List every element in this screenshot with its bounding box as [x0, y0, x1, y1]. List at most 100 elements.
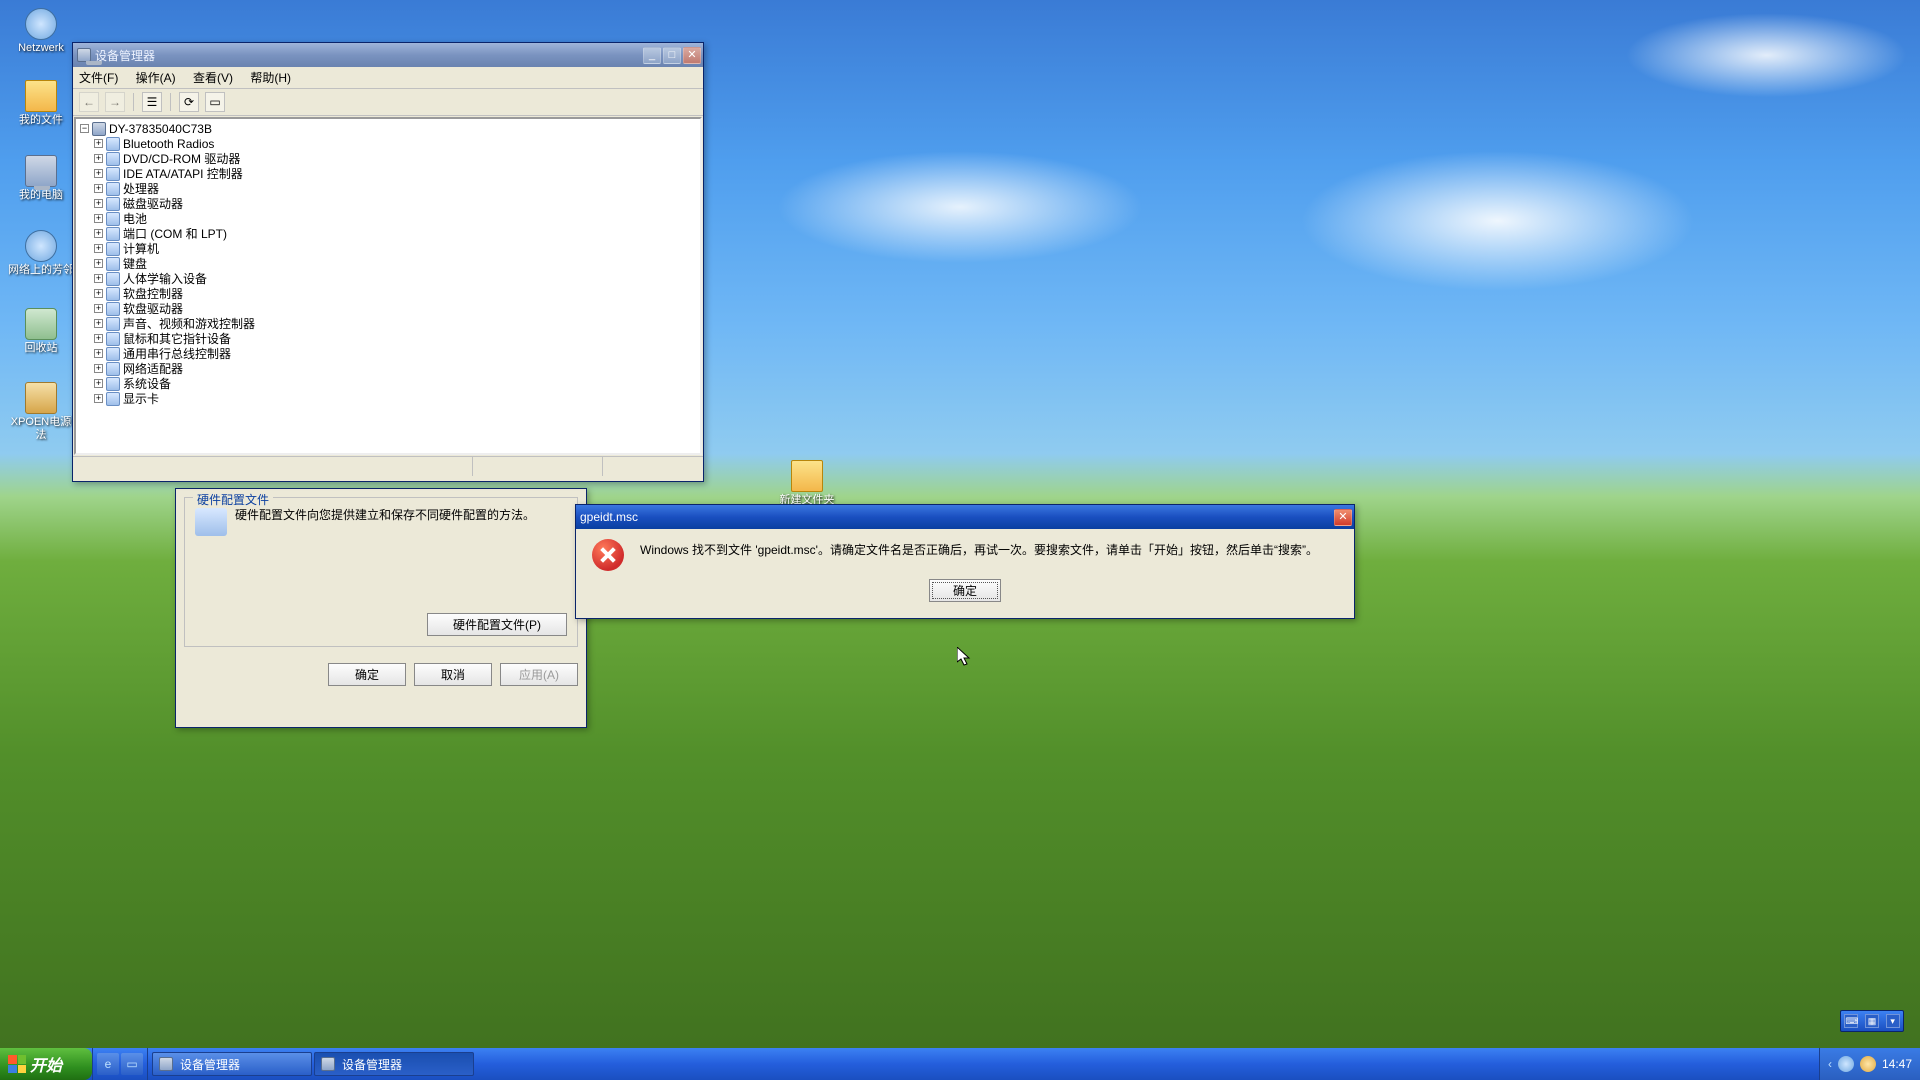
tree-node[interactable]: +处理器 — [80, 181, 700, 196]
tree-node[interactable]: +系统设备 — [80, 376, 700, 391]
tree-root[interactable]: − DY-37835040C73B — [80, 121, 700, 136]
tree-node[interactable]: +Bluetooth Radios — [80, 136, 700, 151]
forward-button: → — [105, 92, 125, 112]
window-title: 设备管理器 — [95, 47, 155, 64]
tree-node[interactable]: +键盘 — [80, 256, 700, 271]
language-bar[interactable]: ⌨ ▦ ▾ — [1840, 1010, 1904, 1032]
expand-icon[interactable]: + — [94, 184, 103, 193]
expand-icon[interactable]: + — [94, 169, 103, 178]
desktop-icon-recycle-bin[interactable]: 回收站 — [6, 308, 76, 355]
expand-icon[interactable]: + — [94, 199, 103, 208]
system-tray: ‹ 14:47 — [1819, 1048, 1920, 1080]
desktop-icon-label: 回收站 — [6, 342, 76, 355]
menu-action[interactable]: 操作(A) — [136, 71, 176, 85]
taskbar-item-devmgr-1[interactable]: 设备管理器 — [152, 1052, 312, 1076]
tree-node[interactable]: +端口 (COM 和 LPT) — [80, 226, 700, 241]
tray-icon[interactable] — [1860, 1056, 1876, 1072]
quick-launch-ie[interactable]: e — [97, 1053, 119, 1075]
expand-icon[interactable]: + — [94, 154, 103, 163]
tree-node[interactable]: +软盘控制器 — [80, 286, 700, 301]
tree-node[interactable]: +磁盘驱动器 — [80, 196, 700, 211]
tree-node[interactable]: +计算机 — [80, 241, 700, 256]
tree-root-label: DY-37835040C73B — [109, 122, 212, 136]
expand-icon[interactable]: + — [94, 244, 103, 253]
separator — [170, 93, 171, 111]
expand-icon[interactable]: + — [94, 349, 103, 358]
tree-node[interactable]: +人体学输入设备 — [80, 271, 700, 286]
device-manager-window[interactable]: 设备管理器 _ □ ✕ 文件(F) 操作(A) 查看(V) 帮助(H) ← → … — [72, 42, 704, 482]
error-dialog[interactable]: gpeidt.msc ✕ Windows 找不到文件 'gpeidt.msc'。… — [575, 504, 1355, 619]
desktop-icon-network[interactable]: Netzwerk — [6, 8, 76, 55]
tree-node[interactable]: +软盘驱动器 — [80, 301, 700, 316]
toolbar-view-button[interactable]: ☰ — [142, 92, 162, 112]
quick-launch-desktop[interactable]: ▭ — [121, 1053, 143, 1075]
expand-icon[interactable]: + — [94, 304, 103, 313]
close-button[interactable]: ✕ — [1334, 509, 1352, 526]
lang-keyboard-icon[interactable]: ⌨ — [1844, 1014, 1858, 1028]
ok-button[interactable]: 确定 — [328, 663, 406, 686]
minimize-button[interactable]: _ — [643, 47, 661, 64]
clock[interactable]: 14:47 — [1882, 1057, 1912, 1071]
device-tree[interactable]: − DY-37835040C73B +Bluetooth Radios+DVD/… — [74, 117, 702, 455]
expand-icon[interactable]: + — [94, 259, 103, 268]
toolbar: ← → ☰ ⟳ ▭ — [73, 89, 703, 116]
tree-node[interactable]: +IDE ATA/ATAPI 控制器 — [80, 166, 700, 181]
lang-ime-icon[interactable]: ▦ — [1865, 1014, 1879, 1028]
tree-node[interactable]: +通用串行总线控制器 — [80, 346, 700, 361]
desktop-icon-label: Netzwerk — [6, 42, 76, 55]
hardware-profile-groupbox: 硬件配置文件 硬件配置文件向您提供建立和保存不同硬件配置的方法。 硬件配置文件(… — [184, 497, 578, 647]
lang-options-icon[interactable]: ▾ — [1886, 1014, 1900, 1028]
ie-icon: e — [105, 1057, 112, 1071]
expand-icon[interactable]: + — [94, 334, 103, 343]
window-titlebar[interactable]: gpeidt.msc ✕ — [576, 505, 1354, 529]
menu-help[interactable]: 帮助(H) — [250, 71, 291, 85]
desktop-icon-xpoen[interactable]: XPOEN电源法 — [6, 382, 76, 442]
device-category-icon — [106, 152, 120, 166]
tree-node[interactable]: +鼠标和其它指针设备 — [80, 331, 700, 346]
network-places-icon — [25, 8, 57, 40]
cancel-button[interactable]: 取消 — [414, 663, 492, 686]
taskbar-item-devmgr-2[interactable]: 设备管理器 — [314, 1052, 474, 1076]
start-button[interactable]: 开始 — [0, 1048, 92, 1080]
tray-icon[interactable] — [1838, 1056, 1854, 1072]
expand-icon[interactable]: + — [94, 214, 103, 223]
tray-expand-icon[interactable]: ‹ — [1828, 1057, 1832, 1071]
tree-node[interactable]: +网络适配器 — [80, 361, 700, 376]
expand-icon[interactable]: + — [94, 319, 103, 328]
desktop-icon-mycomputer[interactable]: 我的电脑 — [6, 155, 76, 202]
tree-node[interactable]: + 显示卡 — [80, 391, 700, 406]
tree-node[interactable]: +电池 — [80, 211, 700, 226]
menu-bar: 文件(F) 操作(A) 查看(V) 帮助(H) — [73, 67, 703, 89]
expand-icon[interactable]: + — [94, 379, 103, 388]
toolbar-properties-button[interactable]: ▭ — [205, 92, 225, 112]
desktop-icon-new-folder[interactable]: 新建文件夹 — [772, 460, 842, 507]
tree-node[interactable]: +声音、视频和游戏控制器 — [80, 316, 700, 331]
error-message: Windows 找不到文件 'gpeidt.msc'。请确定文件名是否正确后，再… — [640, 539, 1318, 558]
expand-icon[interactable]: + — [94, 289, 103, 298]
toolbar-refresh-button[interactable]: ⟳ — [179, 92, 199, 112]
close-button[interactable]: ✕ — [683, 47, 701, 64]
desktop-icon-network-neighborhood[interactable]: 网络上的芳邻 — [6, 230, 76, 277]
window-titlebar[interactable]: 设备管理器 _ □ ✕ — [73, 43, 703, 67]
menu-view[interactable]: 查看(V) — [193, 71, 233, 85]
expand-icon[interactable]: + — [94, 274, 103, 283]
tree-node-label: 显示卡 — [123, 390, 159, 407]
hardware-profile-button[interactable]: 硬件配置文件(P) — [427, 613, 567, 636]
expand-icon[interactable]: + — [94, 229, 103, 238]
window-title: gpeidt.msc — [580, 510, 638, 524]
menu-file[interactable]: 文件(F) — [79, 71, 118, 85]
task-label: 设备管理器 — [342, 1056, 402, 1073]
desktop-icon-mydocs[interactable]: 我的文件 — [6, 80, 76, 127]
taskbar: 开始 e ▭ 设备管理器 设备管理器 ‹ 14:47 — [0, 1048, 1920, 1080]
device-category-icon — [106, 332, 120, 346]
maximize-button[interactable]: □ — [663, 47, 681, 64]
expand-icon[interactable]: + — [94, 139, 103, 148]
expand-icon[interactable]: + — [94, 364, 103, 373]
hardware-profile-dialog[interactable]: 硬件配置文件 硬件配置文件向您提供建立和保存不同硬件配置的方法。 硬件配置文件(… — [175, 488, 587, 728]
ok-button[interactable]: 确定 — [929, 579, 1001, 602]
tree-node[interactable]: +DVD/CD-ROM 驱动器 — [80, 151, 700, 166]
expand-icon[interactable]: + — [94, 394, 103, 403]
device-category-icon — [106, 197, 120, 211]
collapse-icon[interactable]: − — [80, 124, 89, 133]
computer-icon — [92, 122, 106, 136]
